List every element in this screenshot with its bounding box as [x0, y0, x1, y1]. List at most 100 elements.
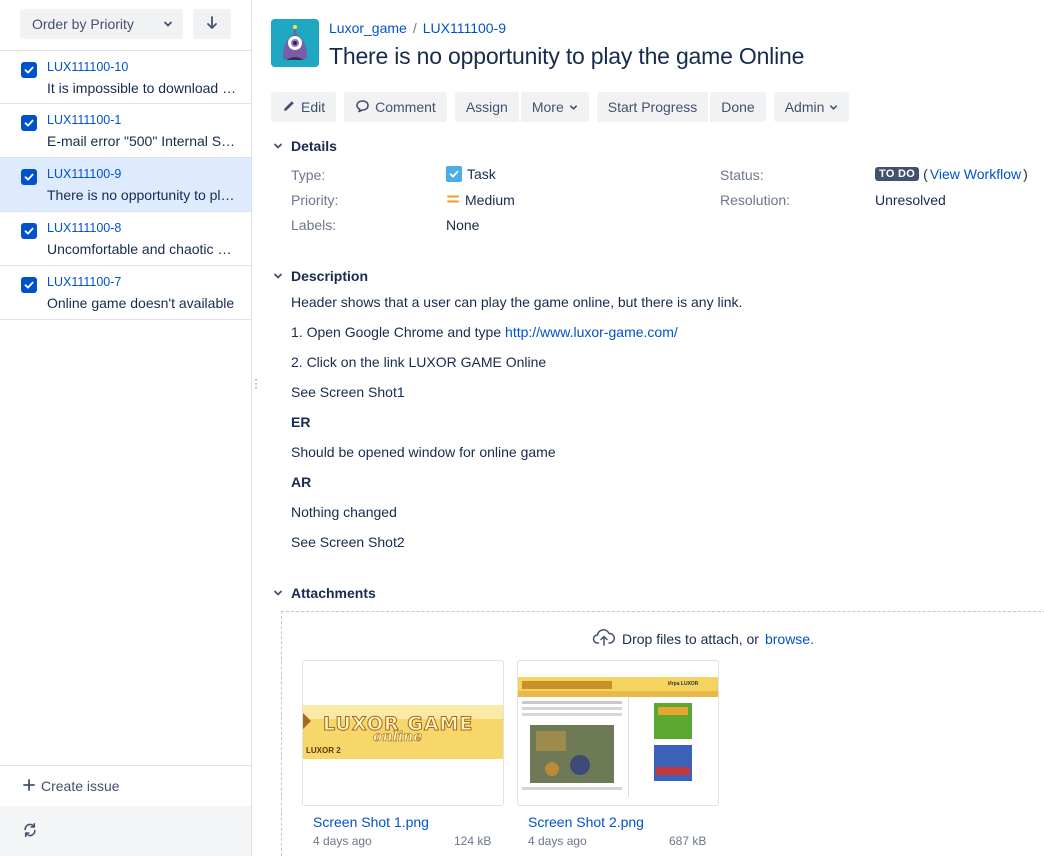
chevron-down-icon	[569, 99, 578, 115]
comment-icon	[355, 99, 370, 116]
issue-key[interactable]: LUX111100-1	[47, 113, 121, 127]
issue-key[interactable]: LUX111100-10	[47, 60, 128, 74]
type-value: Task	[446, 166, 496, 182]
order-by-label: Order by Priority	[32, 16, 134, 32]
breadcrumb: Luxor_game / LUX111100-9	[329, 20, 506, 36]
more-label: More	[531, 99, 564, 115]
description-body[interactable]: Header shows that a user can play the ga…	[291, 292, 742, 562]
description-line: See Screen Shot1	[291, 384, 405, 400]
admin-button[interactable]: Admin	[773, 92, 850, 122]
create-issue-button[interactable]: Create issue	[0, 765, 251, 805]
attachment-date: 4 days ago	[528, 834, 587, 848]
priority-label: Priority:	[291, 192, 339, 208]
er-label: ER	[291, 414, 311, 430]
status-lozenge: TO DO	[875, 167, 920, 181]
thumb-tag-text: LUXOR 2	[306, 746, 341, 755]
description-heading: Description	[291, 268, 369, 284]
issue-key[interactable]: LUX111100-9	[47, 167, 121, 181]
browse-link[interactable]: browse.	[765, 631, 814, 647]
issue-list-item[interactable]: LUX111100-7 Online game doesn't availabl…	[0, 266, 251, 320]
issue-summary: E-mail error "500" Internal Server Error	[47, 133, 237, 149]
priority-text: Medium	[465, 192, 515, 208]
refresh-icon[interactable]	[22, 822, 38, 841]
done-label: Done	[721, 99, 755, 115]
attachment-size: 124 kB	[454, 834, 492, 848]
labels-label: Labels:	[291, 217, 337, 233]
attachments-heading: Attachments	[291, 585, 376, 601]
chevron-down-icon	[271, 271, 284, 281]
drop-text: Drop files to attach, or	[622, 630, 759, 647]
description-line: Should be opened window for online game	[291, 444, 556, 460]
more-button[interactable]: More	[520, 92, 589, 122]
chevron-down-icon	[829, 99, 838, 115]
start-progress-button[interactable]: Start Progress	[596, 92, 709, 122]
attachment-size: 687 kB	[669, 834, 707, 848]
details-heading: Details	[291, 138, 337, 154]
chevron-down-icon	[271, 588, 284, 598]
issue-summary: It is impossible to download the game	[47, 80, 237, 96]
type-text: Task	[467, 166, 496, 182]
issue-list-item[interactable]: LUX111100-1 E-mail error "500" Internal …	[0, 104, 251, 158]
status-value: TO DO (View Workflow)	[875, 166, 1028, 182]
breadcrumb-issue-link[interactable]: LUX111100-9	[423, 20, 506, 36]
drop-instructions: Drop files to attach, or browse.	[592, 628, 814, 649]
resolution-value: Unresolved	[875, 192, 946, 208]
assign-button[interactable]: Assign	[454, 92, 519, 122]
view-workflow-link[interactable]: View Workflow	[930, 166, 1021, 182]
project-avatar[interactable]	[271, 19, 319, 67]
workflow-group: Start Progress Done	[596, 92, 766, 122]
issue-list-item-selected[interactable]: LUX111100-9 There is no opportunity to p…	[0, 158, 251, 212]
issue-toolbar: Edit Comment Assign More Start Progress …	[271, 92, 857, 122]
description-line: Header shows that a user can play the ga…	[291, 294, 743, 310]
attachment-thumbnail[interactable]: LUXOR GAME online LUXOR 2	[302, 660, 504, 806]
refresh-bar	[0, 806, 251, 856]
paren-open: (	[923, 166, 928, 182]
attachment-filename[interactable]: Screen Shot 2.png	[528, 814, 644, 830]
issue-list-item[interactable]: LUX111100-8 Uncomfortable and chaotic na…	[0, 212, 251, 266]
task-icon	[446, 166, 462, 182]
issue-list: LUX111100-10 It is impossible to downloa…	[0, 50, 251, 320]
attachment-thumbnail[interactable]: Игра LUXOR	[517, 660, 719, 806]
done-button[interactable]: Done	[710, 92, 766, 122]
resolution-label: Resolution:	[720, 192, 791, 208]
issue-title[interactable]: There is no opportunity to play the game…	[329, 43, 804, 70]
chevron-down-icon	[163, 16, 173, 32]
thumb-logo-subtext: online	[373, 729, 423, 746]
sort-direction-button[interactable]	[193, 9, 231, 39]
edit-button[interactable]: Edit	[271, 92, 337, 122]
attachment-filename[interactable]: Screen Shot 1.png	[313, 814, 429, 830]
cloud-upload-icon	[592, 628, 616, 649]
luxor-game-link[interactable]: http://www.luxor-game.com/	[505, 324, 678, 340]
step-text: 1. Open Google Chrome and type	[291, 324, 506, 340]
create-issue-label: Create issue	[41, 777, 120, 794]
issue-list-item[interactable]: LUX111100-10 It is impossible to downloa…	[0, 50, 251, 104]
description-line: 2. Click on the link LUXOR GAME Online	[291, 354, 547, 370]
issue-summary: There is no opportunity to play the game…	[47, 187, 237, 203]
ar-label: AR	[291, 474, 312, 490]
attachment-dropzone[interactable]: Drop files to attach, or browse. LUXOR G…	[281, 611, 1044, 856]
task-checkbox-icon	[21, 277, 37, 293]
task-checkbox-icon	[21, 223, 37, 239]
thumb-heading-text: Игра LUXOR	[668, 681, 699, 687]
issue-key[interactable]: LUX111100-7	[47, 275, 121, 289]
issue-summary: Uncomfortable and chaotic navigation	[47, 241, 237, 257]
details-section-toggle[interactable]: Details	[271, 138, 337, 154]
issue-view: Luxor_game / LUX111100-9 There is no opp…	[271, 0, 1044, 856]
pencil-icon	[282, 99, 296, 116]
admin-label: Admin	[784, 99, 825, 115]
breadcrumb-project-link[interactable]: Luxor_game	[329, 20, 407, 36]
issue-key[interactable]: LUX111100-8	[47, 221, 121, 235]
attachment-date: 4 days ago	[313, 834, 372, 848]
attachments-section-toggle[interactable]: Attachments	[271, 585, 376, 601]
status-label: Status:	[720, 167, 764, 183]
order-by-dropdown[interactable]: Order by Priority	[20, 9, 183, 39]
description-section-toggle[interactable]: Description	[271, 268, 368, 284]
sidebar-resize-handle[interactable]: · · ·	[254, 373, 258, 393]
comment-button[interactable]: Comment	[344, 92, 447, 122]
task-checkbox-icon	[21, 115, 37, 131]
arrow-down-icon	[206, 15, 218, 33]
task-checkbox-icon	[21, 169, 37, 185]
issue-navigator-sidebar: Order by Priority LUX111100-10 It is imp…	[0, 0, 252, 856]
breadcrumb-separator: /	[412, 20, 417, 36]
comment-label: Comment	[375, 99, 436, 115]
